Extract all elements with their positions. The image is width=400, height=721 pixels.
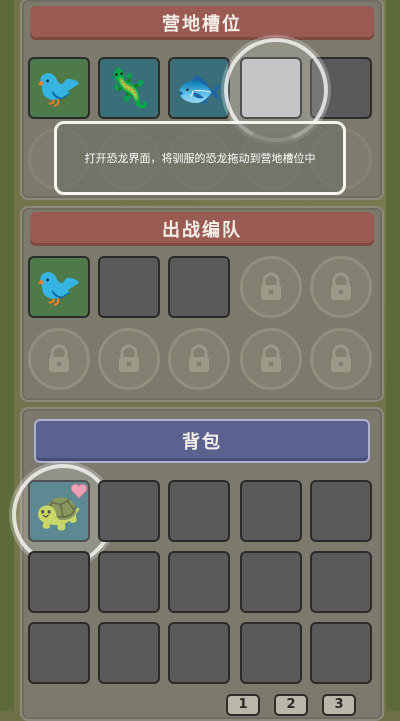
backpack-slot-4[interactable]: [240, 480, 302, 542]
camp-slot-2[interactable]: 🦎: [98, 57, 160, 119]
team-title: 出战编队: [30, 212, 374, 246]
page-button-3[interactable]: 3: [322, 694, 356, 716]
camp-slot-1[interactable]: 🐦: [28, 57, 90, 119]
backpack-slot-14[interactable]: [240, 622, 302, 684]
toucan-icon: 🐦: [35, 264, 83, 309]
lock-icon: [331, 344, 351, 372]
backpack-slot-13[interactable]: [168, 622, 230, 684]
lock-icon: [261, 344, 281, 372]
backpack-title: 背包: [34, 419, 370, 463]
team-slot-10-locked: [310, 328, 372, 390]
backpack-slot-8[interactable]: [168, 551, 230, 613]
ankylosaur-icon: 🦎: [105, 65, 153, 110]
page-button-1[interactable]: 1: [226, 694, 260, 716]
tooltip-text: 打开恐龙界面，将驯服的恐龙拖动到营地槽位中: [84, 152, 316, 165]
backpack-slot-12[interactable]: [98, 622, 160, 684]
backpack-slot-7[interactable]: [98, 551, 160, 613]
team-slot-6-locked: [28, 328, 90, 390]
lock-icon: [49, 344, 69, 372]
team-slot-5-locked: [310, 256, 372, 318]
team-slot-8-locked: [168, 328, 230, 390]
team-slot-3[interactable]: [168, 256, 230, 318]
toucan-icon: 🐦: [35, 65, 83, 110]
team-slot-2[interactable]: [98, 256, 160, 318]
lock-icon: [331, 272, 351, 300]
backpack-slot-6[interactable]: [28, 551, 90, 613]
team-slot-4-locked: [240, 256, 302, 318]
lock-icon: [261, 272, 281, 300]
backpack-slot-10[interactable]: [310, 551, 372, 613]
tutorial-tooltip: 打开恐龙界面，将驯服的恐龙拖动到营地槽位中: [54, 121, 346, 195]
lock-icon: [189, 344, 209, 372]
fish-icon: 🐟: [175, 65, 223, 110]
team-slot-7-locked: [98, 328, 160, 390]
backpack-slot-2[interactable]: [98, 480, 160, 542]
team-slot-1[interactable]: 🐦: [28, 256, 90, 318]
right-border: [386, 0, 400, 711]
backpack-slot-9[interactable]: [240, 551, 302, 613]
left-border: [0, 0, 14, 711]
page-button-2[interactable]: 2: [274, 694, 308, 716]
backpack-slot-11[interactable]: [28, 622, 90, 684]
backpack-slot-3[interactable]: [168, 480, 230, 542]
backpack-slot-15[interactable]: [310, 622, 372, 684]
backpack-slot-5[interactable]: [310, 480, 372, 542]
camp-title: 营地槽位: [30, 6, 374, 40]
camp-slot-3[interactable]: 🐟: [168, 57, 230, 119]
lock-icon: [119, 344, 139, 372]
team-slot-9-locked: [240, 328, 302, 390]
